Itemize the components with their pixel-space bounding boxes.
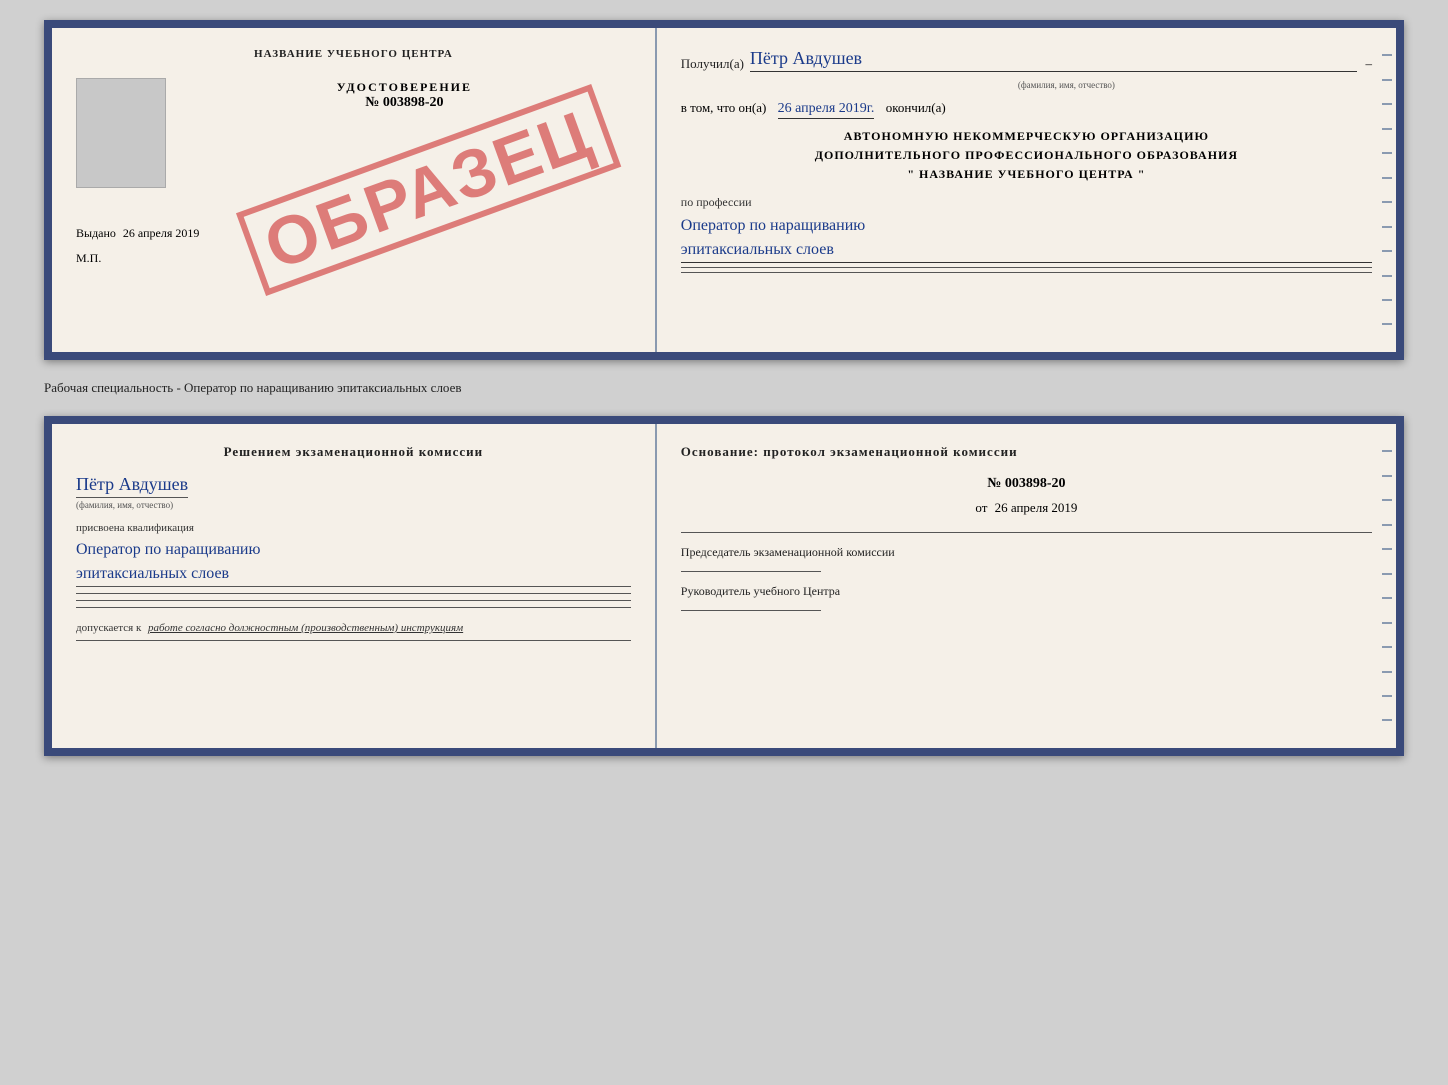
poluchil-label: Получил(а) bbox=[681, 56, 744, 72]
right-spine bbox=[1382, 28, 1396, 352]
photo-placeholder bbox=[76, 78, 166, 188]
vydano-date: 26 апреля 2019 bbox=[123, 226, 199, 240]
spine-line bbox=[1382, 450, 1392, 452]
bc-dopuskaetsya: допускается к работе согласно должностны… bbox=[76, 622, 631, 634]
spine-line bbox=[1382, 79, 1392, 81]
bc-line4 bbox=[76, 640, 631, 641]
bc-prisvoena-label: присвоена квалификация bbox=[76, 522, 631, 534]
bottom-certificate: Решением экзаменационной комиссии Пётр А… bbox=[44, 416, 1404, 756]
bc-work-text: работе согласно должностным (производств… bbox=[148, 622, 463, 634]
line2 bbox=[681, 272, 1372, 273]
name-subfio: (фамилия, имя, отчество) bbox=[761, 80, 1372, 90]
br-date-value: 26 апреля 2019 bbox=[995, 500, 1078, 515]
br-predsedatel: Председатель экзаменационной комиссии bbox=[681, 543, 1372, 561]
spine-line bbox=[1382, 152, 1392, 154]
top-certificate: НАЗВАНИЕ УЧЕБНОГО ЦЕНТРА УДОСТОВЕРЕНИЕ №… bbox=[44, 20, 1404, 360]
spine-line bbox=[1382, 201, 1392, 203]
spine-line bbox=[1382, 597, 1392, 599]
org-block: АВТОНОМНУЮ НЕКОММЕРЧЕСКУЮ ОРГАНИЗАЦИЮ ДО… bbox=[681, 127, 1372, 185]
spine-line bbox=[1382, 226, 1392, 228]
org-line2: ДОПОЛНИТЕЛЬНОГО ПРОФЕССИОНАЛЬНОГО ОБРАЗО… bbox=[681, 146, 1372, 165]
spine-line bbox=[1382, 54, 1392, 56]
spine-line bbox=[1382, 548, 1392, 550]
br-date: от 26 апреля 2019 bbox=[681, 500, 1372, 516]
bc-line2 bbox=[76, 600, 631, 601]
org-line3: " НАЗВАНИЕ УЧЕБНОГО ЦЕНТРА " bbox=[681, 165, 1372, 184]
vydano-label: Выдано bbox=[76, 226, 116, 240]
udostoverenie-label: УДОСТОВЕРЕНИЕ bbox=[178, 80, 631, 95]
bottom-right-spine bbox=[1382, 424, 1396, 748]
profession-value: Оператор по наращиванию эпитаксиальных с… bbox=[681, 214, 1372, 263]
spine-line bbox=[1382, 695, 1392, 697]
bc-qualification: Оператор по наращиванию эпитаксиальных с… bbox=[76, 538, 631, 587]
br-rukovoditel: Руководитель учебного Центра bbox=[681, 582, 1372, 600]
line1 bbox=[681, 267, 1372, 268]
br-number: № 003898-20 bbox=[681, 476, 1372, 492]
spine-line bbox=[1382, 573, 1392, 575]
top-cert-school-name: НАЗВАНИЕ УЧЕБНОГО ЦЕНТРА bbox=[76, 48, 631, 60]
bottom-cert-right: Основание: протокол экзаменационной коми… bbox=[657, 424, 1396, 748]
vydano-block: Выдано 26 апреля 2019 bbox=[76, 226, 631, 241]
spine-line bbox=[1382, 250, 1392, 252]
spine-line bbox=[1382, 103, 1392, 105]
mp-label: М.П. bbox=[76, 251, 631, 266]
bc-name-subfio: (фамилия, имя, отчество) bbox=[76, 500, 631, 510]
spine-line bbox=[1382, 671, 1392, 673]
top-cert-left-content: НАЗВАНИЕ УЧЕБНОГО ЦЕНТРА УДОСТОВЕРЕНИЕ №… bbox=[76, 48, 631, 266]
bc-name-block: Пётр Авдушев (фамилия, имя, отчество) bbox=[76, 474, 631, 510]
br-predsedatel-sign bbox=[681, 571, 821, 572]
br-date-prefix: от bbox=[975, 500, 987, 515]
spine-line bbox=[1382, 499, 1392, 501]
separator-text: Рабочая специальность - Оператор по нара… bbox=[44, 376, 1404, 400]
okonchil-label: окончил(а) bbox=[886, 100, 946, 115]
udostoverenie-block: УДОСТОВЕРЕНИЕ № 003898-20 bbox=[178, 80, 631, 111]
completion-date: 26 апреля 2019г. bbox=[778, 101, 875, 119]
bc-line1 bbox=[76, 593, 631, 594]
spine-line bbox=[1382, 646, 1392, 648]
spine-line bbox=[1382, 622, 1392, 624]
professii-label: по профессии bbox=[681, 195, 1372, 210]
spine-line bbox=[1382, 128, 1392, 130]
cert-number: № 003898-20 bbox=[178, 95, 631, 111]
spine-line bbox=[1382, 299, 1392, 301]
spine-line bbox=[1382, 475, 1392, 477]
spine-line bbox=[1382, 719, 1392, 721]
bc-heading: Решением экзаменационной комиссии bbox=[76, 444, 631, 460]
vtom-label: в том, что он(а) bbox=[681, 100, 767, 115]
bc-recipient-name: Пётр Авдушев bbox=[76, 474, 188, 498]
bc-dopuskaetsya-label: допускается к bbox=[76, 622, 141, 634]
spine-line bbox=[1382, 177, 1392, 179]
bottom-cert-left: Решением экзаменационной комиссии Пётр А… bbox=[52, 424, 657, 748]
br-line-top bbox=[681, 532, 1372, 533]
dash: – bbox=[1365, 56, 1372, 72]
bc-line3 bbox=[76, 607, 631, 608]
top-cert-left: НАЗВАНИЕ УЧЕБНОГО ЦЕНТРА УДОСТОВЕРЕНИЕ №… bbox=[52, 28, 657, 352]
spine-line bbox=[1382, 323, 1392, 325]
br-rukovoditel-sign bbox=[681, 610, 821, 611]
spine-line bbox=[1382, 524, 1392, 526]
poluchil-row: Получил(а) Пётр Авдушев – bbox=[681, 48, 1372, 72]
br-heading: Основание: протокол экзаменационной коми… bbox=[681, 444, 1372, 460]
recipient-name: Пётр Авдушев bbox=[750, 48, 1358, 72]
org-line1: АВТОНОМНУЮ НЕКОММЕРЧЕСКУЮ ОРГАНИЗАЦИЮ bbox=[681, 127, 1372, 146]
vtom-row: в том, что он(а) 26 апреля 2019г. окончи… bbox=[681, 100, 1372, 117]
spine-line bbox=[1382, 275, 1392, 277]
top-cert-right: Получил(а) Пётр Авдушев – (фамилия, имя,… bbox=[657, 28, 1396, 352]
